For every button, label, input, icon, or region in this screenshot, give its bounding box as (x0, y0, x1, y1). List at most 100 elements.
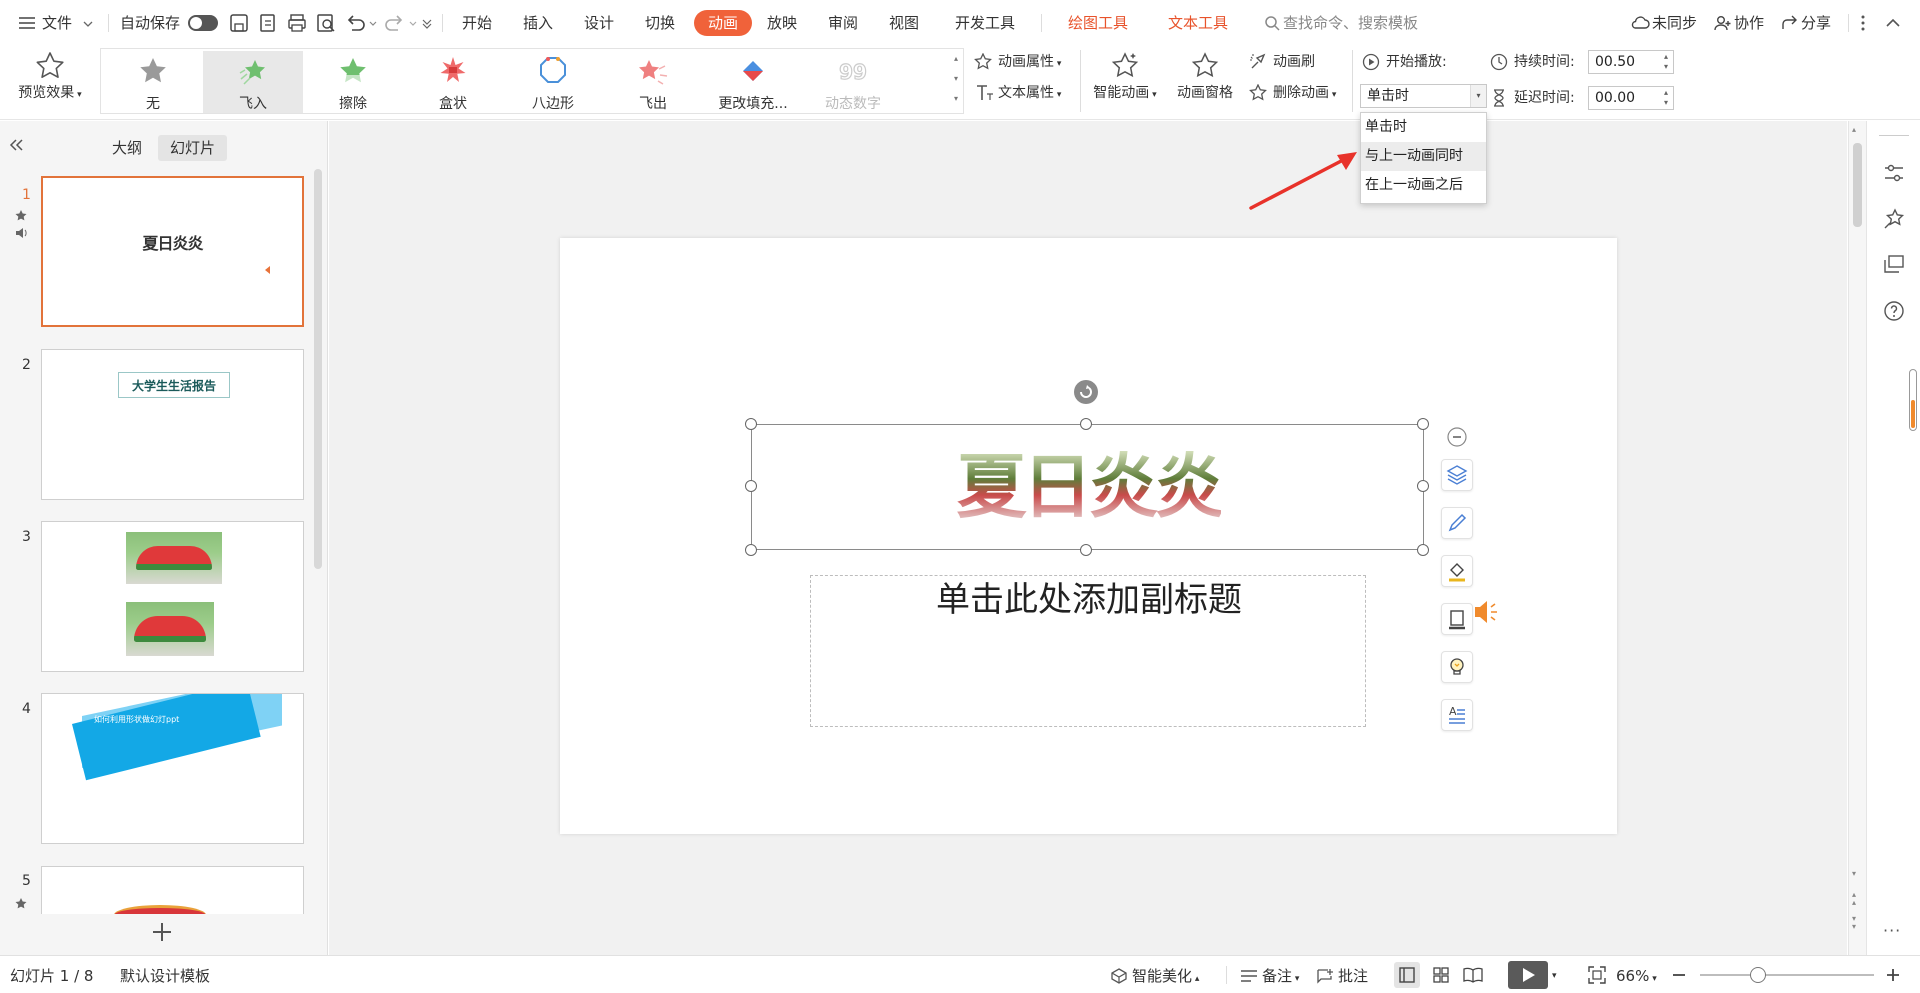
print-preview-icon[interactable] (315, 12, 337, 34)
fill-tool[interactable] (1441, 555, 1473, 587)
option-after-previous[interactable]: 在上一动画之后 (1361, 171, 1486, 200)
tab-drawing-tools[interactable]: 绘图工具 (1064, 10, 1132, 36)
customize-qat-icon[interactable] (420, 12, 434, 34)
tab-slides[interactable]: 幻灯片 (158, 135, 228, 161)
grid-view-icon[interactable] (1428, 962, 1454, 988)
comments-button[interactable]: 批注 (1316, 966, 1368, 986)
preview-effect-button[interactable]: 预览效果 ▾ (12, 50, 88, 102)
subtitle-placeholder[interactable]: 单击此处添加副标题 (810, 575, 1366, 727)
slide-transition-icon[interactable] (1882, 253, 1906, 277)
undo-dropdown-icon[interactable] (368, 12, 378, 34)
slide-thumbnail-2[interactable]: 大学生生活报告 (41, 349, 304, 500)
animation-star-icon[interactable] (1882, 207, 1906, 231)
anim-none[interactable]: 无 (103, 51, 203, 113)
tab-design[interactable]: 设计 (580, 10, 618, 36)
file-menu[interactable]: 文件 (18, 12, 93, 34)
pen-tool[interactable] (1441, 507, 1473, 539)
zoom-level[interactable]: 66% ▾ (1616, 966, 1657, 986)
collab-button[interactable]: 协作 (1714, 12, 1764, 34)
help-icon[interactable] (1882, 299, 1906, 323)
option-on-click[interactable]: 单击时 (1361, 113, 1486, 142)
animation-pane-button[interactable]: 动画窗格 (1170, 50, 1240, 102)
minus-circle-icon[interactable] (1447, 427, 1467, 447)
autosave-toggle[interactable] (188, 15, 218, 31)
resize-handle[interactable] (745, 544, 757, 556)
panel-scrollbar[interactable] (314, 169, 322, 569)
resize-handle[interactable] (1080, 418, 1092, 430)
tab-view[interactable]: 视图 (885, 10, 923, 36)
title-textbox[interactable]: 夏日炎炎 (751, 424, 1424, 550)
tab-outline[interactable]: 大纲 (100, 135, 154, 161)
slide-thumbnail-3[interactable] (41, 521, 304, 672)
scroll-down-icon[interactable]: ▾ (1852, 869, 1856, 878)
smart-beautify-button[interactable]: 智能美化 ▴ (1110, 966, 1199, 986)
save-icon[interactable] (228, 12, 250, 34)
anim-fly-in[interactable]: 飞入 (203, 51, 303, 113)
slide-thumbnail-1[interactable]: 夏日炎炎 (41, 176, 304, 327)
zoom-out-icon[interactable] (1670, 966, 1688, 984)
zoom-in-icon[interactable] (1884, 966, 1902, 984)
anim-box[interactable]: 盒状 (403, 51, 503, 113)
layers-tool[interactable] (1441, 459, 1473, 491)
redo-icon[interactable] (384, 12, 406, 34)
play-options-dropdown[interactable]: ▾ (1552, 966, 1557, 986)
resize-handle[interactable] (1080, 544, 1092, 556)
option-with-previous[interactable]: 与上一动画同时 (1361, 142, 1486, 171)
sync-button[interactable]: 未同步 (1630, 12, 1697, 34)
resize-handle[interactable] (1417, 418, 1429, 430)
reading-view-icon[interactable] (1460, 962, 1486, 988)
notes-button[interactable]: 备注 ▾ (1240, 966, 1299, 986)
start-play-select[interactable]: 单击时 ▾ (1360, 84, 1487, 108)
scroll-thumb[interactable] (1853, 143, 1862, 227)
resize-handle[interactable] (745, 418, 757, 430)
collapse-panel-icon[interactable] (8, 137, 26, 153)
gallery-scroll[interactable]: ▴ ▾ ▾ (949, 49, 963, 113)
print-icon[interactable] (286, 12, 308, 34)
tab-home[interactable]: 开始 (458, 10, 496, 36)
add-slide-icon[interactable] (150, 920, 174, 944)
duration-input[interactable]: 00.50 ▴ ▾ (1588, 50, 1674, 74)
anim-octagon[interactable]: 八边形 (503, 51, 603, 113)
more-options-icon[interactable] (1858, 12, 1868, 34)
canvas-scrollbar[interactable]: ▴ ▾ ▴ ▴ ▾ ▾ (1848, 121, 1866, 955)
outline-tool[interactable] (1441, 603, 1473, 635)
next-slide-icon[interactable]: ▾ ▾ (1852, 915, 1856, 931)
anim-change-fill[interactable]: 更改填充... (703, 51, 803, 113)
animation-properties-button[interactable]: 动画属性 ▾ (974, 51, 1061, 73)
normal-view-button[interactable] (1394, 962, 1420, 988)
tab-transition[interactable]: 切换 (641, 10, 679, 36)
tab-animation[interactable]: 动画 (694, 10, 753, 36)
anim-fly-out[interactable]: 飞出 (603, 51, 703, 113)
scroll-up-icon[interactable]: ▴ (1852, 125, 1856, 134)
prev-slide-icon[interactable]: ▴ ▴ (1852, 891, 1856, 907)
panel-scroll[interactable] (1909, 369, 1917, 431)
tab-developer[interactable]: 开发工具 (951, 10, 1019, 36)
undo-icon[interactable] (344, 12, 366, 34)
tab-slideshow[interactable]: 放映 (763, 10, 801, 36)
tab-text-tools[interactable]: 文本工具 (1164, 10, 1232, 36)
resize-handle[interactable] (745, 480, 757, 492)
chevron-down-icon[interactable]: ▾ (1470, 85, 1486, 107)
share-button[interactable]: 分享 (1781, 12, 1831, 34)
smart-animation-button[interactable]: 智能动画 ▾ (1088, 50, 1162, 102)
duration-spinner[interactable]: ▴ ▾ (1661, 52, 1671, 72)
redo-dropdown-icon[interactable] (408, 12, 418, 34)
delay-spinner[interactable]: ▴ ▾ (1661, 88, 1671, 108)
anim-dynamic-number[interactable]: 99 动态数字 (803, 51, 903, 113)
search-box[interactable]: 查找命令、搜索模板 (1264, 12, 1418, 34)
delay-input[interactable]: 00.00 ▴ ▾ (1588, 86, 1674, 110)
delete-animation-button[interactable]: 删除动画 ▾ (1249, 82, 1336, 104)
tab-insert[interactable]: 插入 (519, 10, 557, 36)
export-pdf-icon[interactable] (257, 12, 279, 34)
rotate-handle-icon[interactable] (1073, 379, 1099, 405)
audio-speaker-icon[interactable] (1474, 598, 1500, 626)
tab-review[interactable]: 审阅 (824, 10, 862, 36)
collapse-ribbon-icon[interactable] (1882, 12, 1904, 34)
more-icon[interactable]: ··· (1883, 921, 1901, 940)
play-slideshow-button[interactable] (1508, 961, 1548, 989)
text-properties-button[interactable]: 文本属性 ▾ (974, 82, 1061, 104)
zoom-slider-thumb[interactable] (1750, 967, 1766, 983)
resize-handle[interactable] (1417, 480, 1429, 492)
zoom-slider[interactable] (1700, 967, 1874, 983)
animation-tool[interactable] (1441, 651, 1473, 683)
